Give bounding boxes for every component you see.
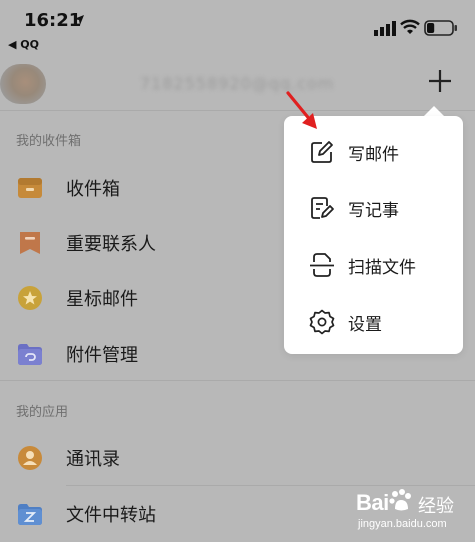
wifi-icon (400, 19, 420, 34)
section-title-apps: 我的应用 (16, 405, 69, 420)
back-to-app-link[interactable]: ◀ QQ (8, 38, 39, 51)
inbox-tray-icon (18, 178, 42, 198)
contacts-icon (18, 446, 42, 470)
divider (0, 110, 475, 111)
watermark-brand: Bai (356, 490, 389, 515)
compose-icon (311, 141, 333, 163)
avatar[interactable] (0, 64, 46, 104)
list-item-label: 附件管理 (66, 345, 138, 366)
menu-item-label: 写邮件 (348, 145, 399, 165)
status-bar: 16:21 ◀ QQ (0, 0, 475, 58)
menu-item-compose[interactable]: 写邮件 (284, 124, 463, 180)
menu-item-label: 设置 (348, 315, 382, 335)
attachment-folder-icon (18, 344, 42, 365)
cellular-signal-icon (374, 21, 396, 36)
app-screen: 16:21 ◀ QQ 7182558920@qq.com 我的收件箱 收件箱 重… (0, 0, 475, 542)
menu-item-label: 扫描文件 (348, 258, 416, 278)
menu-item-write-note[interactable]: 写记事 (284, 180, 463, 236)
plus-icon[interactable] (428, 69, 452, 93)
section-title-inbox: 我的收件箱 (16, 134, 82, 149)
list-item-label: 重要联系人 (66, 234, 156, 255)
paw-logo-icon (389, 489, 411, 511)
star-icon (18, 286, 42, 310)
file-transfer-icon (18, 504, 42, 525)
watermark-text: 经验 (418, 496, 454, 517)
watermark: Bai 经验 jingyan.baidu.com (356, 488, 468, 536)
list-item-label: 文件中转站 (66, 505, 156, 526)
scan-document-icon (310, 253, 334, 277)
gear-icon (309, 309, 335, 335)
list-item-contacts[interactable]: 通讯录 (0, 430, 475, 484)
list-item-label: 通讯录 (66, 449, 120, 470)
menu-item-scan-document[interactable]: 扫描文件 (284, 237, 463, 293)
menu-item-label: 写记事 (348, 201, 399, 221)
location-arrow-icon (74, 15, 84, 25)
watermark-url: jingyan.baidu.com (358, 518, 447, 530)
add-menu-popover: 写邮件 写记事 扫描文件 设置 (284, 116, 463, 354)
battery-icon (424, 20, 457, 36)
bookmark-icon (20, 232, 40, 254)
red-arrow-icon (286, 91, 317, 129)
list-item-label: 星标邮件 (66, 289, 138, 310)
divider (0, 380, 475, 381)
list-item-label: 收件箱 (66, 179, 120, 200)
note-icon (311, 197, 334, 219)
menu-item-settings[interactable]: 设置 (284, 294, 463, 350)
